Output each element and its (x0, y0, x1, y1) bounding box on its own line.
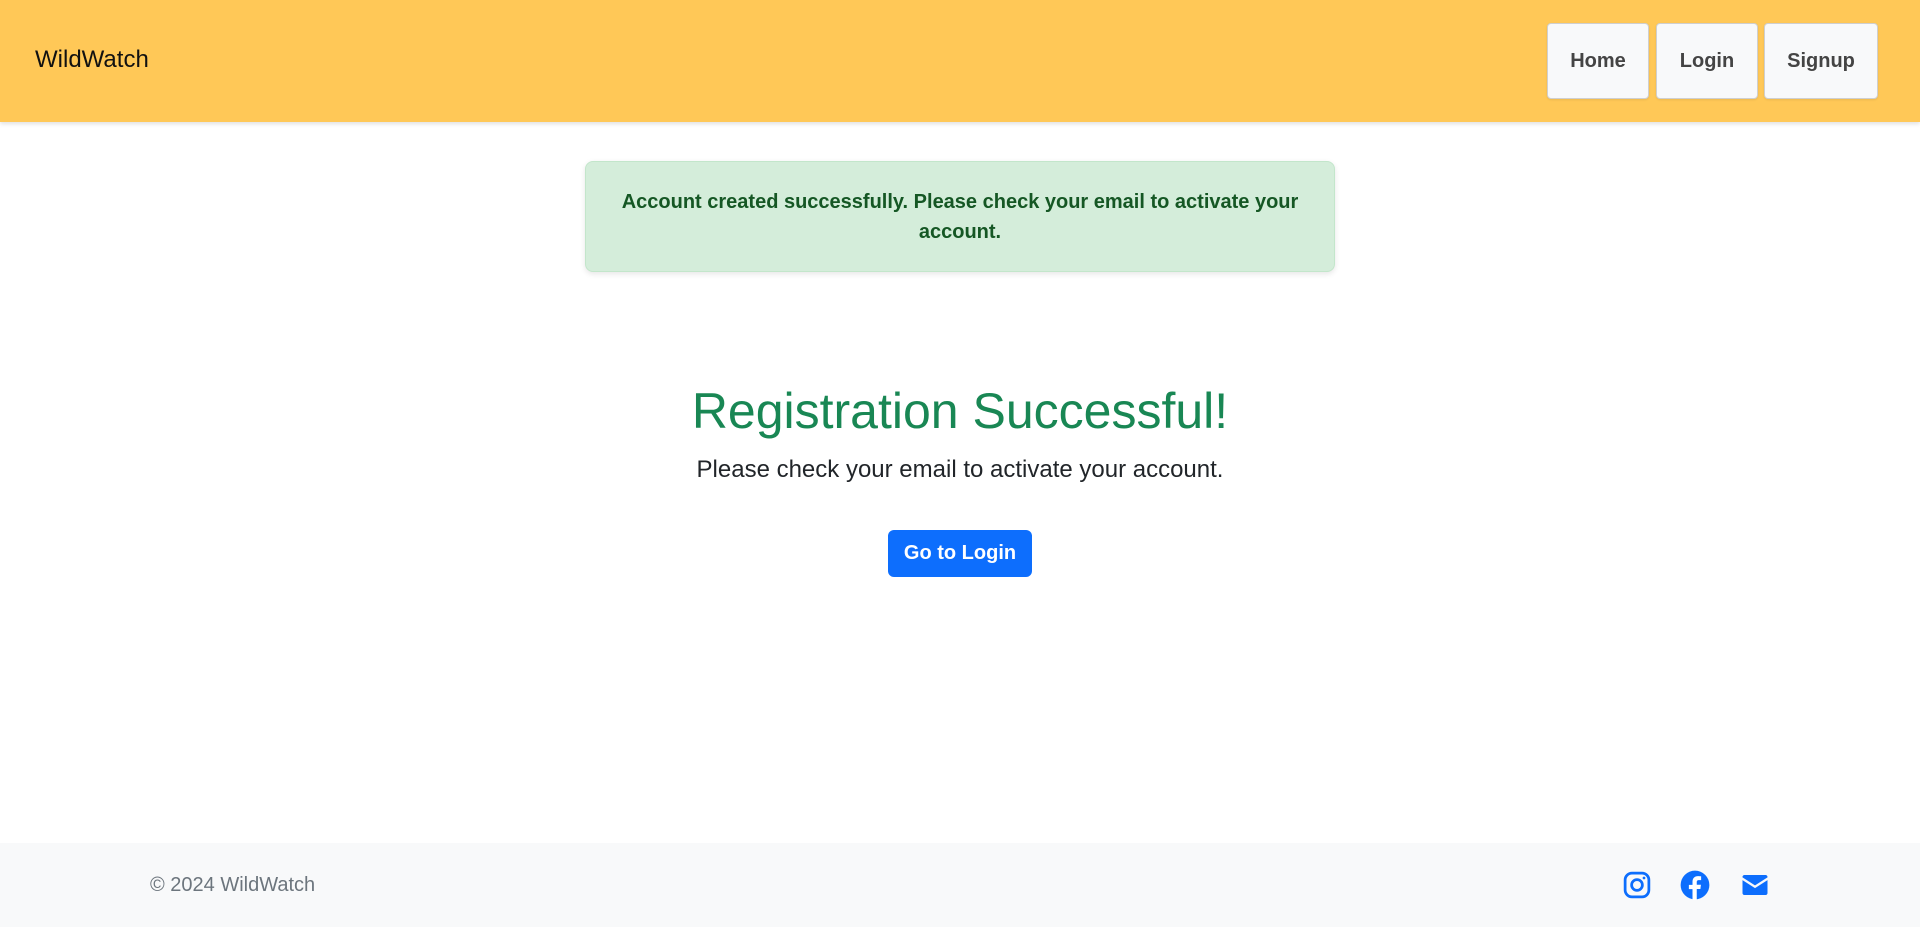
navbar: WildWatch Home Login Signup (0, 0, 1920, 122)
footer: © 2024 WildWatch (0, 843, 1920, 927)
page-title: Registration Successful! (691, 383, 1229, 439)
nav-login-button[interactable]: Login (1656, 23, 1758, 99)
copyright-text: © 2024 WildWatch (150, 874, 316, 896)
success-alert: Account created successfully. Please che… (585, 161, 1335, 272)
brand-link[interactable]: WildWatch (35, 46, 149, 74)
facebook-icon[interactable] (1679, 869, 1711, 901)
nav-home-button[interactable]: Home (1547, 23, 1649, 99)
email-icon[interactable] (1739, 869, 1771, 901)
go-to-login-button[interactable]: Go to Login (888, 530, 1032, 577)
instagram-icon[interactable] (1621, 869, 1653, 901)
alert-message: Account created successfully. Please che… (621, 190, 1299, 243)
nav-signup-button[interactable]: Signup (1764, 23, 1878, 99)
page-subtitle: Please check your email to activate your… (696, 456, 1224, 483)
